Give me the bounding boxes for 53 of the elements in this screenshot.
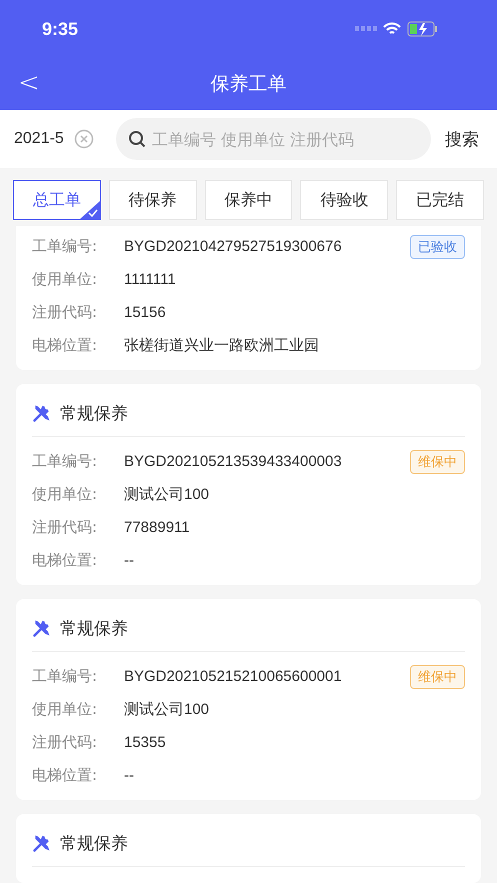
field-label: 注册代码:: [32, 303, 98, 322]
field-label: 使用单位:: [32, 700, 98, 719]
field-value: 测试公司100: [124, 485, 210, 504]
clear-icon[interactable]: [74, 129, 94, 149]
status-tag: 已验收: [410, 234, 465, 258]
filter-tab[interactable]: 待保养: [108, 180, 197, 220]
field-value: 1111111: [124, 271, 177, 288]
field-label: 使用单位:: [32, 485, 98, 504]
status-tag: 维保中: [410, 450, 465, 474]
field-value: BYGD202104279527519300676: [124, 238, 343, 255]
field-label: 工单编号:: [32, 237, 98, 256]
field-value: 测试公司100: [124, 700, 210, 719]
back-button[interactable]: <: [14, 68, 44, 98]
status-time: 9:35: [42, 18, 78, 40]
field-label: 电梯位置:: [32, 766, 98, 785]
filter-tab[interactable]: 已完结: [396, 180, 484, 220]
filter-tab[interactable]: 保养中: [204, 180, 292, 220]
field-label: 电梯位置:: [32, 551, 98, 570]
field-value: 张槎街道兴业一路欧洲工业园: [124, 336, 320, 355]
field-value: BYGD202105213539433400003: [124, 453, 343, 470]
tools-icon: [32, 833, 52, 853]
order-card[interactable]: 常规保养 工单编号: BYGD202105213539433400003 维保中 使用单位: 测试公司100 注册代码: 77889911 电梯位置: --: [16, 384, 481, 585]
signal-icon: [355, 26, 377, 32]
order-type: 常规保养: [60, 618, 128, 640]
order-type: 常规保养: [60, 832, 128, 854]
field-value: BYGD202105215210065600001: [124, 668, 343, 685]
order-card[interactable]: 常规保养: [16, 814, 481, 883]
field-label: 注册代码:: [32, 518, 98, 537]
field-value: 15355: [124, 734, 167, 751]
page-title: 保养工单: [210, 72, 286, 97]
filter-tab[interactable]: 待验收: [300, 180, 388, 220]
filter-tab[interactable]: 总工单: [13, 180, 101, 220]
field-label: 注册代码:: [32, 733, 98, 752]
date-filter[interactable]: 2021-5: [14, 130, 64, 148]
field-value: --: [124, 552, 135, 569]
field-value: --: [124, 767, 135, 784]
field-label: 电梯位置:: [32, 336, 98, 355]
order-card[interactable]: 常规保养 工单编号: BYGD202105215210065600001 维保中 使用单位: 测试公司100 注册代码: 15355 电梯位置: --: [16, 599, 481, 800]
order-card[interactable]: 工单编号: BYGD202104279527519300676 已验收 使用单位: 1111111 注册代码: 15156 电梯位置: 张槎街道兴业一路欧洲工业园: [16, 226, 481, 370]
field-label: 工单编号:: [32, 452, 98, 471]
field-label: 工单编号:: [32, 667, 98, 686]
search-button[interactable]: 搜索: [441, 128, 483, 150]
status-tag: 维保中: [410, 664, 465, 688]
field-value: 77889911: [124, 519, 191, 536]
search-field[interactable]: 工单编号 使用单位 注册代码: [116, 118, 431, 160]
tools-icon: [32, 403, 52, 423]
battery-icon: [407, 21, 439, 37]
tools-icon: [32, 618, 52, 638]
field-label: 使用单位:: [32, 270, 98, 289]
wifi-icon: [383, 22, 401, 36]
checkmark-icon: [80, 201, 100, 219]
order-type: 常规保养: [60, 402, 128, 424]
field-value: 15156: [124, 304, 167, 321]
